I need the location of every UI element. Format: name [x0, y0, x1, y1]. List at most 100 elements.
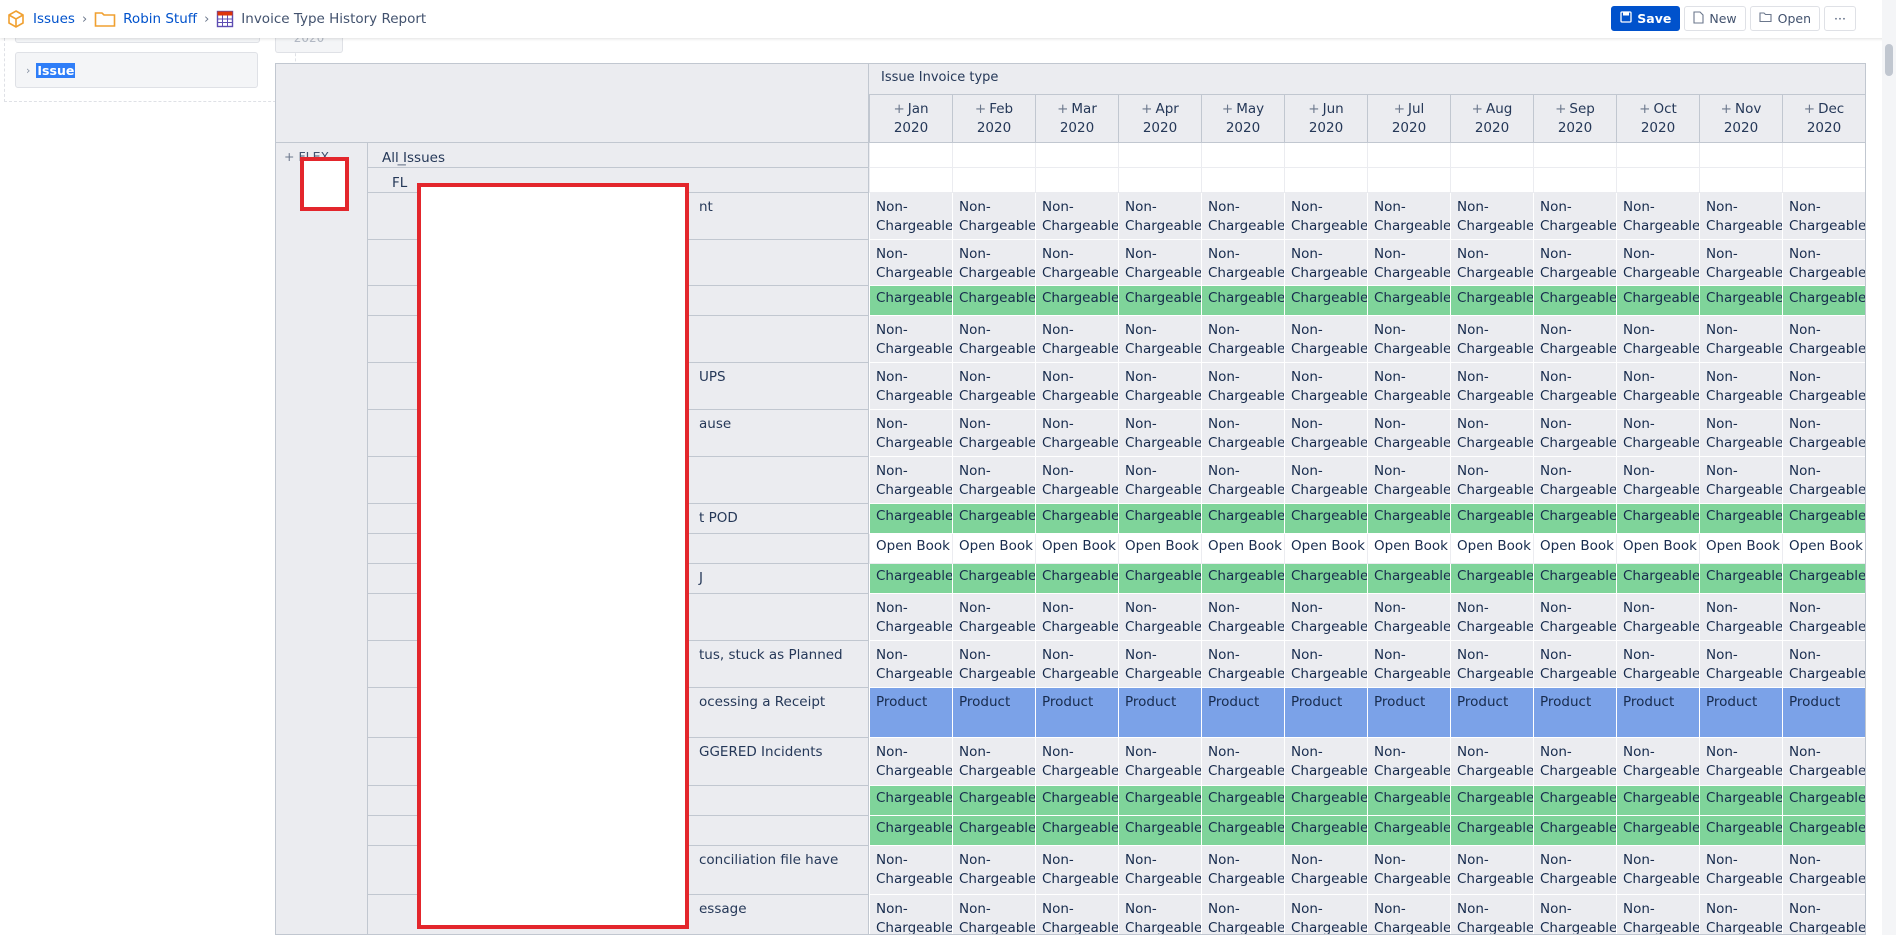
- invoice-type-cell[interactable]: Chargeable: [1616, 564, 1699, 594]
- invoice-type-cell[interactable]: Open Book: [1450, 534, 1533, 564]
- invoice-type-cell[interactable]: Product: [869, 688, 952, 738]
- invoice-type-cell[interactable]: Non- Chargeable: [1450, 846, 1533, 895]
- invoice-type-cell[interactable]: Chargeable: [1782, 286, 1865, 316]
- invoice-type-cell[interactable]: Chargeable: [1450, 816, 1533, 846]
- invoice-type-cell[interactable]: Non- Chargeable: [1284, 895, 1367, 934]
- breadcrumb-issues-link[interactable]: Issues: [33, 11, 75, 27]
- invoice-type-cell[interactable]: Chargeable: [869, 504, 952, 534]
- invoice-type-cell[interactable]: [1450, 143, 1533, 168]
- invoice-type-cell[interactable]: Non- Chargeable: [1616, 457, 1699, 504]
- invoice-type-cell[interactable]: Non- Chargeable: [1367, 193, 1450, 240]
- scrollbar-thumb[interactable]: [1885, 44, 1893, 76]
- invoice-type-cell[interactable]: Chargeable: [1035, 504, 1118, 534]
- invoice-type-cell[interactable]: Chargeable: [1035, 786, 1118, 816]
- invoice-type-cell[interactable]: Non- Chargeable: [869, 594, 952, 641]
- invoice-type-cell[interactable]: Non- Chargeable: [869, 410, 952, 457]
- invoice-type-cell[interactable]: Non- Chargeable: [952, 846, 1035, 895]
- page-scrollbar[interactable]: [1882, 0, 1896, 935]
- invoice-type-cell[interactable]: [952, 143, 1035, 168]
- invoice-type-cell[interactable]: Chargeable: [869, 816, 952, 846]
- invoice-type-cell[interactable]: Open Book: [1616, 534, 1699, 564]
- invoice-type-cell[interactable]: [1284, 143, 1367, 168]
- invoice-type-cell[interactable]: Non- Chargeable: [1118, 316, 1201, 363]
- invoice-type-cell[interactable]: [1450, 168, 1533, 193]
- invoice-type-cell[interactable]: Non- Chargeable: [1699, 895, 1782, 934]
- invoice-type-cell[interactable]: Non- Chargeable: [1450, 410, 1533, 457]
- invoice-type-cell[interactable]: Non- Chargeable: [1699, 316, 1782, 363]
- invoice-type-cell[interactable]: Chargeable: [1284, 504, 1367, 534]
- invoice-type-cell[interactable]: Non- Chargeable: [1035, 895, 1118, 934]
- invoice-type-cell[interactable]: Non- Chargeable: [1284, 240, 1367, 286]
- row-all-issues[interactable]: − All Issues: [368, 143, 869, 173]
- invoice-type-cell[interactable]: Chargeable: [1533, 786, 1616, 816]
- invoice-type-cell[interactable]: Non- Chargeable: [1035, 641, 1118, 688]
- expand-plus-icon[interactable]: +: [1141, 101, 1152, 117]
- invoice-type-cell[interactable]: Non- Chargeable: [1284, 457, 1367, 504]
- invoice-type-cell[interactable]: Non- Chargeable: [1201, 846, 1284, 895]
- invoice-type-cell[interactable]: Non- Chargeable: [952, 193, 1035, 240]
- invoice-type-cell[interactable]: [952, 168, 1035, 193]
- invoice-type-cell[interactable]: Non- Chargeable: [1699, 641, 1782, 688]
- invoice-type-cell[interactable]: Non- Chargeable: [1782, 316, 1865, 363]
- invoice-type-cell[interactable]: Open Book: [1367, 534, 1450, 564]
- invoice-type-cell[interactable]: Non- Chargeable: [1118, 846, 1201, 895]
- invoice-type-cell[interactable]: [1699, 168, 1782, 193]
- invoice-type-cell[interactable]: Chargeable: [1284, 816, 1367, 846]
- invoice-type-cell[interactable]: Non- Chargeable: [1450, 594, 1533, 641]
- invoice-type-cell[interactable]: Non- Chargeable: [1118, 594, 1201, 641]
- invoice-type-cell[interactable]: Non- Chargeable: [1118, 363, 1201, 410]
- invoice-type-cell[interactable]: Non- Chargeable: [869, 641, 952, 688]
- invoice-type-cell[interactable]: Non- Chargeable: [1284, 641, 1367, 688]
- invoice-type-cell[interactable]: Non- Chargeable: [1533, 641, 1616, 688]
- invoice-type-cell[interactable]: Non- Chargeable: [952, 363, 1035, 410]
- invoice-type-cell[interactable]: [1533, 168, 1616, 193]
- invoice-type-cell[interactable]: Non- Chargeable: [1699, 410, 1782, 457]
- invoice-type-cell[interactable]: Non- Chargeable: [1367, 594, 1450, 641]
- invoice-type-cell[interactable]: Non- Chargeable: [1118, 193, 1201, 240]
- invoice-type-cell[interactable]: [1201, 168, 1284, 193]
- invoice-type-cell[interactable]: [1367, 143, 1450, 168]
- expand-plus-icon[interactable]: +: [1308, 101, 1319, 117]
- invoice-type-cell[interactable]: [1035, 143, 1118, 168]
- invoice-type-cell[interactable]: Chargeable: [1616, 286, 1699, 316]
- invoice-type-cell[interactable]: Non- Chargeable: [1533, 846, 1616, 895]
- invoice-type-cell[interactable]: Non- Chargeable: [1201, 457, 1284, 504]
- invoice-type-cell[interactable]: Non- Chargeable: [952, 895, 1035, 934]
- invoice-type-cell[interactable]: Open Book: [1782, 534, 1865, 564]
- invoice-type-cell[interactable]: Non- Chargeable: [1201, 738, 1284, 786]
- invoice-type-cell[interactable]: Non- Chargeable: [1616, 240, 1699, 286]
- invoice-type-cell[interactable]: Open Book: [1201, 534, 1284, 564]
- month-header-apr[interactable]: + Apr 2020: [1118, 94, 1201, 143]
- invoice-type-cell[interactable]: Non- Chargeable: [1533, 457, 1616, 504]
- month-header-aug[interactable]: + Aug 2020: [1450, 94, 1533, 143]
- invoice-type-cell[interactable]: Chargeable: [1699, 786, 1782, 816]
- invoice-type-cell[interactable]: Non- Chargeable: [1450, 641, 1533, 688]
- invoice-type-cell[interactable]: Non- Chargeable: [1035, 594, 1118, 641]
- invoice-type-cell[interactable]: Non- Chargeable: [1450, 457, 1533, 504]
- invoice-type-cell[interactable]: Chargeable: [1450, 564, 1533, 594]
- invoice-type-cell[interactable]: Non- Chargeable: [869, 895, 952, 934]
- expand-plus-icon[interactable]: +: [1721, 101, 1732, 117]
- invoice-type-cell[interactable]: Chargeable: [1533, 564, 1616, 594]
- invoice-type-cell[interactable]: Non- Chargeable: [1782, 594, 1865, 641]
- invoice-type-cell[interactable]: Chargeable: [1118, 816, 1201, 846]
- open-button[interactable]: Open: [1749, 6, 1820, 31]
- invoice-type-cell[interactable]: Non- Chargeable: [1450, 738, 1533, 786]
- invoice-type-cell[interactable]: Non- Chargeable: [1118, 410, 1201, 457]
- invoice-type-cell[interactable]: [1118, 143, 1201, 168]
- invoice-type-cell[interactable]: Non- Chargeable: [1367, 316, 1450, 363]
- invoice-type-cell[interactable]: Non- Chargeable: [1201, 363, 1284, 410]
- invoice-type-cell[interactable]: Non- Chargeable: [1616, 641, 1699, 688]
- invoice-type-cell[interactable]: Non- Chargeable: [1284, 846, 1367, 895]
- invoice-type-cell[interactable]: Non- Chargeable: [1367, 363, 1450, 410]
- invoice-type-cell[interactable]: Chargeable: [1699, 504, 1782, 534]
- invoice-type-cell[interactable]: Chargeable: [1533, 816, 1616, 846]
- invoice-type-cell[interactable]: Non- Chargeable: [1782, 895, 1865, 934]
- invoice-type-cell[interactable]: Non- Chargeable: [1616, 594, 1699, 641]
- invoice-type-cell[interactable]: Non- Chargeable: [1782, 846, 1865, 895]
- invoice-type-cell[interactable]: Non- Chargeable: [1616, 193, 1699, 240]
- invoice-type-cell[interactable]: Non- Chargeable: [1616, 846, 1699, 895]
- issue-dimension-pill[interactable]: › Issue: [15, 52, 258, 88]
- invoice-type-cell[interactable]: Product: [1533, 688, 1616, 738]
- invoice-type-cell[interactable]: [1035, 168, 1118, 193]
